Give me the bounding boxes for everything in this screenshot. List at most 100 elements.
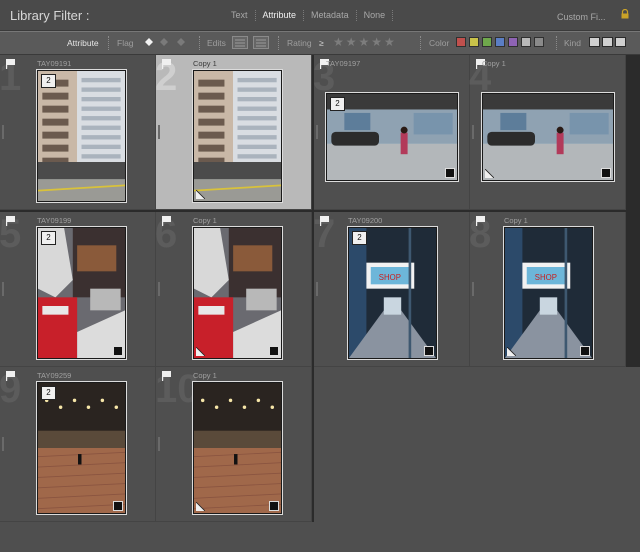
library-filter-title: Library Filter :: [10, 8, 90, 23]
flag-icon[interactable]: [6, 371, 15, 381]
stack-count-badge[interactable]: 2: [41, 74, 56, 88]
flag-rejected-icon[interactable]: [176, 37, 186, 47]
develop-adjustments-icon[interactable]: [269, 501, 279, 511]
photo-thumbnail[interactable]: SHOP 2: [348, 227, 437, 359]
color-swatch-green[interactable]: [482, 37, 492, 47]
separator: [556, 36, 558, 50]
grid-cell[interactable]: 3 TAY09197 2: [313, 55, 470, 210]
kind-video-icon[interactable]: [615, 37, 626, 47]
rating-operator[interactable]: ≥: [319, 38, 324, 48]
color-swatch-yellow[interactable]: [469, 37, 479, 47]
filter-tabs: Text Attribute Metadata None: [224, 10, 394, 21]
flag-icon[interactable]: [6, 216, 15, 226]
filename-caption: TAY09200: [348, 216, 383, 225]
edited-filter-icon[interactable]: [232, 36, 248, 49]
color-swatch-red[interactable]: [456, 37, 466, 47]
filename-caption: Copy 1: [482, 59, 506, 68]
tab-none[interactable]: None: [355, 10, 393, 21]
flag-label: Flag: [117, 38, 134, 48]
library-filter-bar: Library Filter : Text Attribute Metadata…: [0, 0, 640, 31]
flag-icon[interactable]: [320, 216, 329, 226]
photo-image: [327, 94, 457, 180]
photo-thumbnail[interactable]: [193, 227, 282, 359]
flag-unflagged-icon[interactable]: [159, 37, 169, 47]
virtual-copy-icon: [196, 190, 205, 199]
photo-thumbnail[interactable]: [193, 382, 282, 514]
grid-cell[interactable]: 8 Copy 1 SHOP: [469, 212, 626, 367]
kind-master-icon[interactable]: [589, 37, 600, 47]
flag-icon[interactable]: [162, 59, 171, 69]
grid-cell[interactable]: 2 Copy 1: [155, 55, 312, 210]
photo-image: [194, 383, 281, 513]
color-swatch-none[interactable]: [534, 37, 544, 47]
grid-cell[interactable]: 7 TAY09200 SHOP 2: [313, 212, 470, 367]
develop-adjustments-icon[interactable]: [113, 346, 123, 356]
photo-image: [38, 71, 125, 201]
photo-thumbnail[interactable]: 2: [37, 227, 126, 359]
grid-cell[interactable]: 5 TAY09199 2: [0, 212, 156, 367]
tab-attribute[interactable]: Attribute: [254, 10, 304, 21]
grid-cell[interactable]: 9 TAY09259 2: [0, 367, 156, 522]
grid-cell[interactable]: 6 Copy 1: [155, 212, 312, 367]
develop-adjustments-icon[interactable]: [580, 346, 590, 356]
filter-preset-dropdown[interactable]: Custom Fi...: [557, 12, 606, 22]
develop-adjustments-icon[interactable]: [269, 346, 279, 356]
cell-grip: [2, 437, 4, 451]
photo-thumbnail[interactable]: SHOP: [504, 227, 593, 359]
flag-icon[interactable]: [6, 59, 15, 69]
color-swatch-custom[interactable]: [521, 37, 531, 47]
photo-thumbnail[interactable]: 2: [326, 93, 458, 181]
filename-caption: TAY09191: [37, 59, 72, 68]
flag-pick-icon[interactable]: [144, 37, 154, 47]
cell-grip: [2, 125, 4, 139]
separator: [278, 36, 280, 50]
grid-empty-area: [0, 522, 314, 552]
photo-image: [38, 383, 125, 513]
flag-icon[interactable]: [476, 216, 485, 226]
cell-grip: [472, 282, 474, 296]
develop-adjustments-icon[interactable]: [601, 168, 611, 178]
photo-thumbnail[interactable]: 2: [37, 382, 126, 514]
flag-icon[interactable]: [162, 216, 171, 226]
filename-caption: Copy 1: [193, 371, 217, 380]
unedited-filter-icon[interactable]: [253, 36, 269, 49]
grid-cell[interactable]: 1 TAY09191 2: [0, 55, 156, 210]
kind-virtual-copy-icon[interactable]: [602, 37, 613, 47]
attribute-filter-bar: Attribute Flag Edits Rating ≥ ★★★★★ Colo…: [0, 31, 640, 55]
virtual-copy-icon: [485, 169, 494, 178]
kind-label: Kind: [564, 38, 582, 48]
grid-cell[interactable]: 4 Copy 1: [469, 55, 626, 210]
rating-stars[interactable]: ★★★★★: [333, 35, 397, 49]
color-swatch-purple[interactable]: [508, 37, 518, 47]
flag-icon[interactable]: [162, 371, 171, 381]
stack-count-badge[interactable]: 2: [352, 231, 367, 245]
photo-image: [483, 94, 613, 180]
filename-caption: Copy 1: [504, 216, 528, 225]
grid-empty-area: [314, 367, 640, 552]
photo-grid: 1 TAY09191 2 2 Copy 1 3 TAY09197 2 4 Copy 1: [0, 55, 640, 552]
photo-thumbnail[interactable]: 2: [37, 70, 126, 202]
photo-image: SHOP: [505, 228, 592, 358]
cell-grip: [2, 282, 4, 296]
grid-cell[interactable]: 10 Copy 1: [155, 367, 312, 522]
color-swatch-blue[interactable]: [495, 37, 505, 47]
virtual-copy-icon: [196, 347, 205, 356]
svg-text:SHOP: SHOP: [379, 273, 401, 282]
lock-icon[interactable]: [620, 9, 630, 19]
develop-adjustments-icon[interactable]: [424, 346, 434, 356]
separator: [108, 36, 110, 50]
photo-image: [38, 228, 125, 358]
photo-thumbnail[interactable]: [193, 70, 282, 202]
stack-count-badge[interactable]: 2: [41, 231, 56, 245]
stack-count-badge[interactable]: 2: [41, 386, 56, 400]
tab-metadata[interactable]: Metadata: [303, 10, 356, 21]
stack-count-badge[interactable]: 2: [330, 97, 345, 111]
develop-adjustments-icon[interactable]: [113, 501, 123, 511]
filename-caption: TAY09259: [37, 371, 72, 380]
rating-label: Rating: [287, 38, 312, 48]
photo-thumbnail[interactable]: [482, 93, 614, 181]
develop-adjustments-icon[interactable]: [445, 168, 455, 178]
tab-separator: [392, 10, 394, 21]
tab-text[interactable]: Text: [224, 10, 255, 21]
color-label: Color: [429, 38, 450, 48]
